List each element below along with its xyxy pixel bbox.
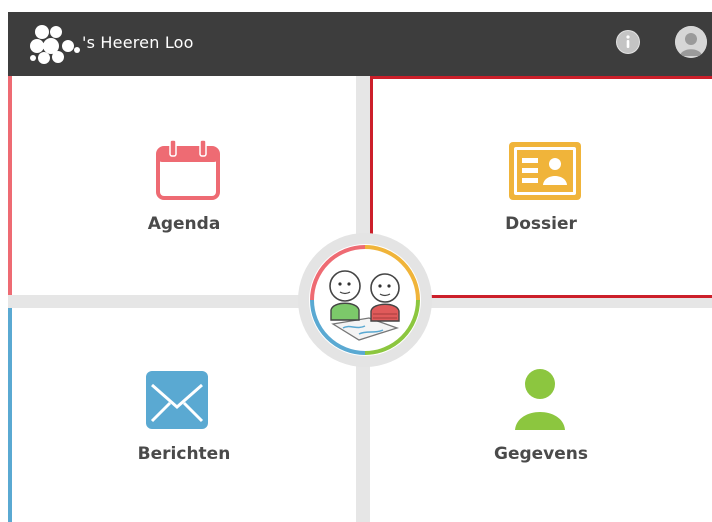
cartoon-figures-illustration [310, 245, 420, 355]
logo-icon [30, 25, 80, 64]
info-button[interactable] [616, 30, 640, 54]
person-icon [515, 369, 565, 430]
user-button[interactable] [675, 26, 707, 58]
top-bar: 's Heeren Loo [8, 12, 712, 76]
calendar-icon [156, 140, 220, 200]
user-avatar-icon [675, 26, 707, 58]
brand-name: 's Heeren Loo [82, 33, 194, 52]
id-card-icon [509, 142, 581, 200]
tile-berichten[interactable]: Berichten [8, 308, 356, 522]
tile-gegevens[interactable]: Gegevens [370, 308, 712, 522]
envelope-icon [146, 371, 208, 429]
tile-dossier[interactable]: Dossier [370, 76, 712, 295]
center-illustration [298, 233, 432, 367]
tile-dossier-label: Dossier [505, 214, 577, 234]
tile-berichten-label: Berichten [137, 444, 231, 464]
tile-agenda[interactable]: Agenda [8, 76, 356, 295]
tile-gegevens-label: Gegevens [493, 444, 588, 464]
info-icon [617, 31, 639, 53]
tile-agenda-label: Agenda [147, 214, 221, 234]
